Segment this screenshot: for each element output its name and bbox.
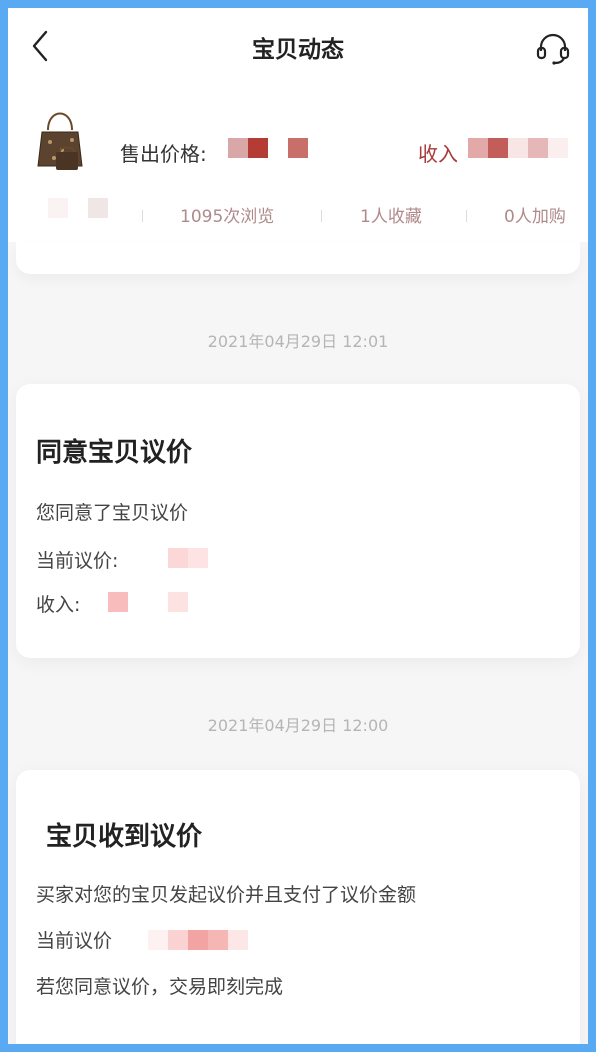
income-label: 收入	[418, 142, 458, 166]
event-description: 您同意了宝贝议价	[36, 502, 189, 524]
headset-icon	[536, 33, 570, 65]
previous-event-card	[16, 242, 580, 274]
app-screen: 宝贝动态 售出价格: 收入 1095次浏览 1人收藏 0人加购 2021年04月…	[8, 8, 588, 1044]
stat-divider	[321, 210, 322, 222]
page-title: 宝贝动态	[252, 37, 344, 63]
event-card-offer-received: 宝贝收到议价 买家对您的宝贝发起议价并且支付了议价金额 当前议价 若您同意议价，…	[16, 770, 580, 1044]
navbar: 宝贝动态	[8, 8, 588, 84]
event-title: 宝贝收到议价	[46, 822, 203, 852]
product-stats: 1095次浏览 1人收藏 0人加购	[8, 202, 588, 230]
product-thumbnail[interactable]	[32, 106, 88, 176]
event-card-accept-offer: 同意宝贝议价 您同意了宝贝议价 当前议价: 收入:	[16, 384, 580, 658]
customer-service-button[interactable]	[534, 30, 572, 66]
favorites-count: 1人收藏	[360, 207, 422, 227]
sold-price-label: 售出价格:	[120, 142, 207, 166]
current-offer-label: 当前议价:	[36, 550, 119, 572]
event-title: 同意宝贝议价	[36, 438, 193, 468]
income-label: 收入:	[36, 594, 81, 616]
event-note: 若您同意议价，交易即刻完成	[36, 976, 284, 998]
event-timestamp: 2021年04月29日 12:00	[207, 716, 389, 735]
views-count: 1095次浏览	[180, 207, 275, 227]
product-summary: 售出价格: 收入 1095次浏览 1人收藏 0人加购	[8, 84, 588, 242]
event-description: 买家对您的宝贝发起议价并且支付了议价金额	[36, 884, 417, 906]
current-offer-label: 当前议价	[36, 930, 113, 952]
event-timestamp: 2021年04月29日 12:01	[207, 332, 389, 351]
cart-count: 0人加购	[504, 207, 566, 227]
stat-divider	[142, 210, 143, 222]
stat-divider	[466, 210, 467, 222]
